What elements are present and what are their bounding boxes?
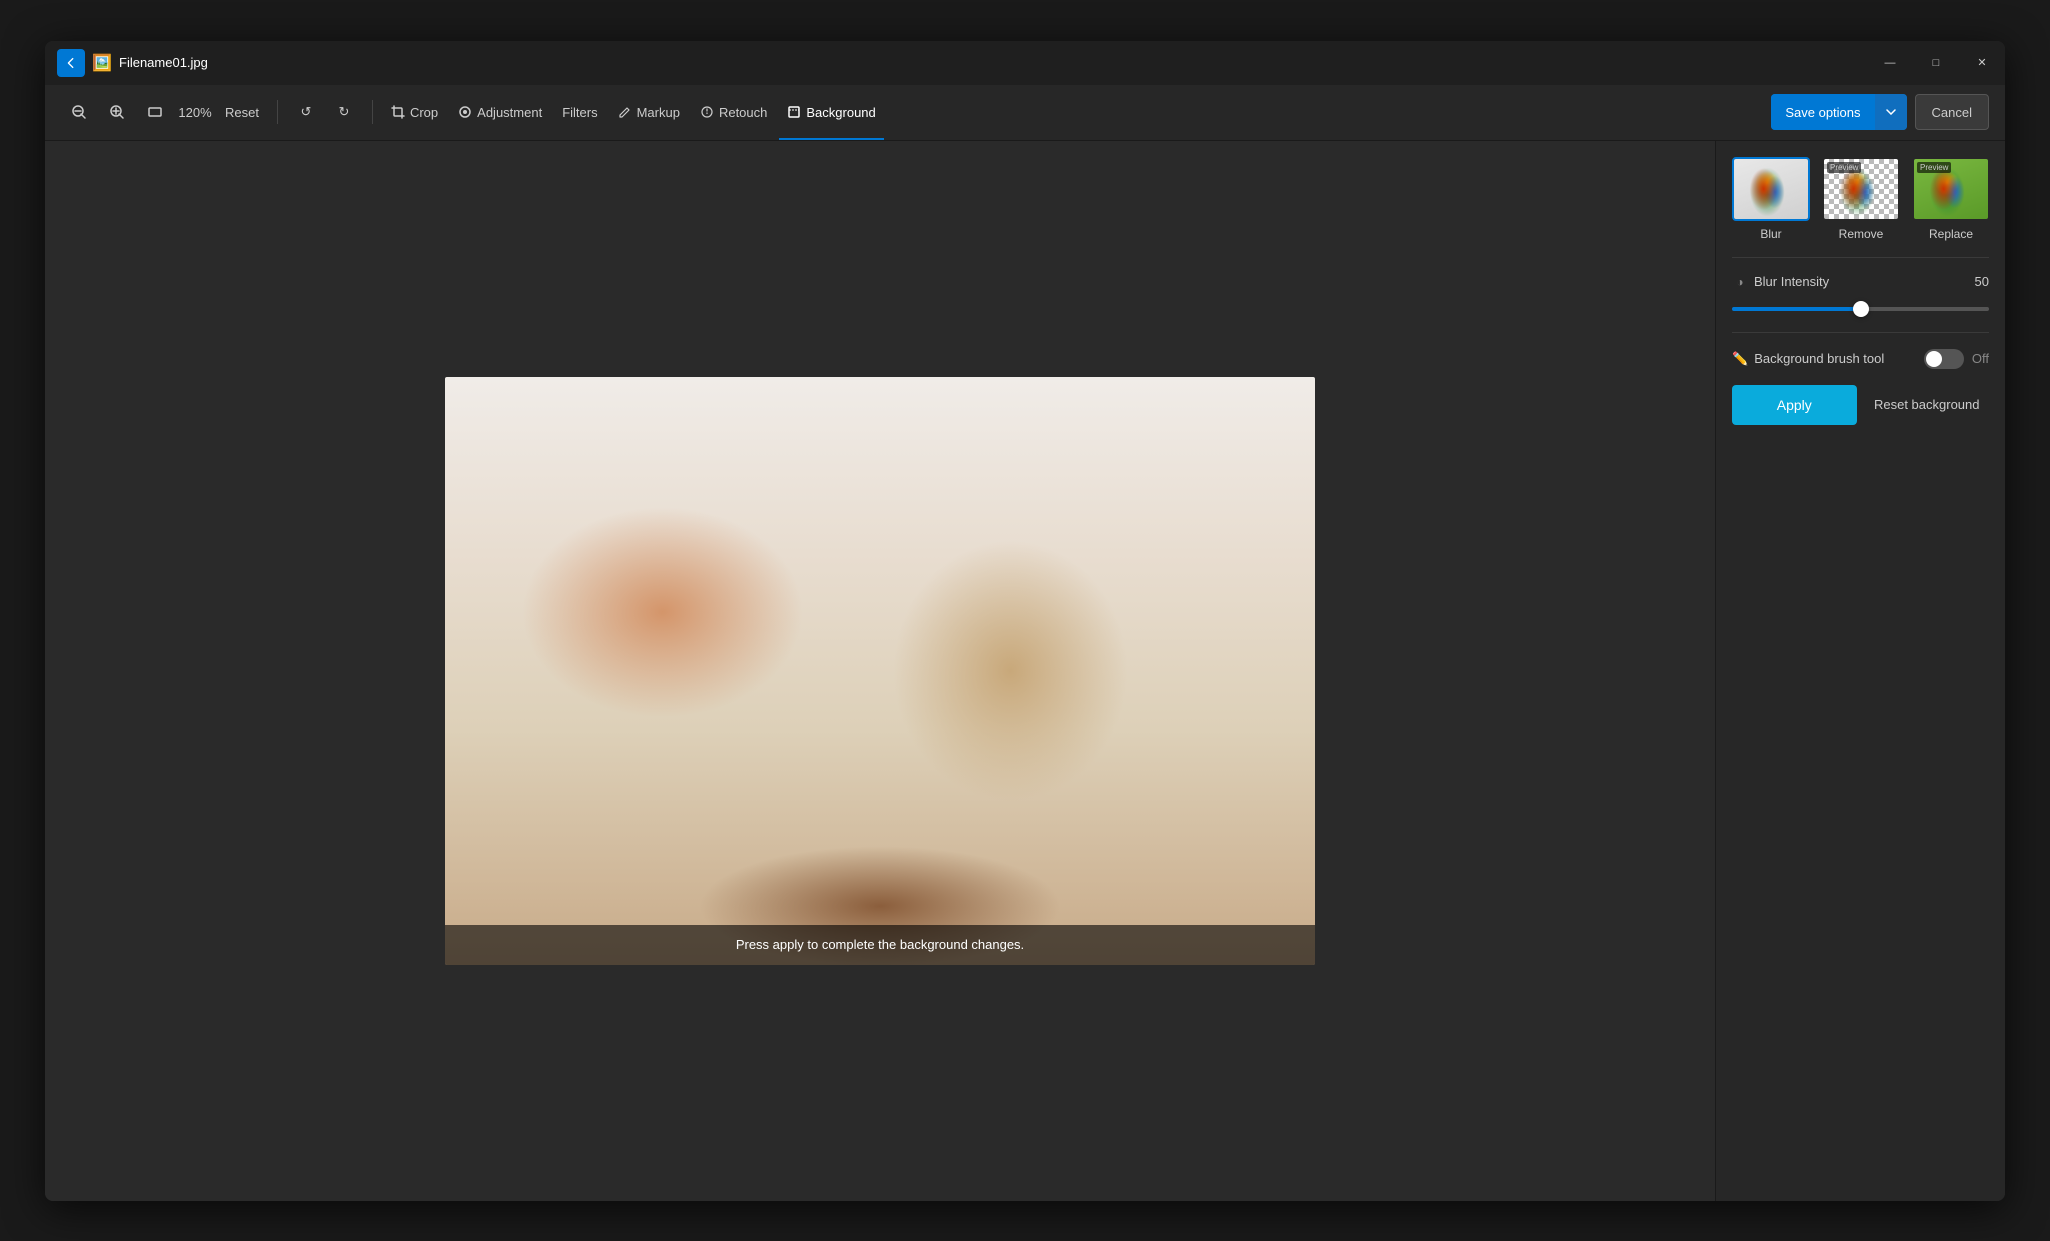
title-bar: 🖼️ Filename01.jpg — □ ✕: [45, 41, 2005, 85]
blur-intensity-left: ◑ Blur Intensity: [1732, 274, 1829, 290]
blur-intensity-slider[interactable]: [1732, 307, 1989, 311]
blur-thumb[interactable]: [1732, 157, 1810, 221]
reset-background-button[interactable]: Reset background: [1865, 385, 1990, 425]
adjustment-button[interactable]: Adjustment: [450, 84, 550, 140]
file-icon: 🖼️: [93, 54, 111, 72]
remove-preview-badge: Preview: [1827, 162, 1861, 173]
adjustment-tool: Adjustment: [450, 84, 550, 140]
markup-button[interactable]: Markup: [610, 84, 688, 140]
main-image: Press apply to complete the background c…: [445, 377, 1315, 965]
retouch-tool: Retouch: [692, 84, 775, 140]
blur-slider-container: [1732, 298, 1989, 316]
minimize-button[interactable]: —: [1867, 41, 1913, 85]
remove-mode-label: Remove: [1839, 227, 1884, 241]
brush-tool-row: ✏️ Background brush tool Off: [1732, 349, 1989, 369]
blur-mode-label: Blur: [1760, 227, 1781, 241]
maximize-button[interactable]: □: [1913, 41, 1959, 85]
zoom-out-button[interactable]: [61, 94, 97, 130]
background-tool: Background: [779, 84, 883, 140]
replace-mode-label: Replace: [1929, 227, 1973, 241]
window-title: Filename01.jpg: [119, 55, 208, 70]
blur-intensity-row: ◑ Blur Intensity 50: [1732, 274, 1989, 290]
undo-button[interactable]: ↺: [288, 94, 324, 130]
reset-button[interactable]: Reset: [217, 94, 267, 130]
background-button[interactable]: Background: [779, 84, 883, 140]
image-container: Press apply to complete the background c…: [445, 377, 1315, 965]
status-bar: Press apply to complete the background c…: [445, 925, 1315, 965]
toggle-knob: [1926, 351, 1942, 367]
aspect-ratio-button[interactable]: [137, 94, 173, 130]
panel-divider-2: [1732, 332, 1989, 333]
replace-thumb[interactable]: Preview: [1912, 157, 1990, 221]
back-button[interactable]: [57, 49, 85, 77]
save-options-dropdown-arrow[interactable]: [1875, 94, 1907, 130]
filters-button[interactable]: Filters: [554, 84, 605, 140]
markup-tool: Markup: [610, 84, 688, 140]
background-modes: Blur Preview Remove Preview Repl: [1732, 157, 1989, 241]
replace-preview-badge: Preview: [1917, 162, 1951, 173]
replace-mode-item[interactable]: Preview Replace: [1912, 157, 1990, 241]
dog-image: [445, 377, 1315, 965]
toolbar-right: Save options Cancel: [1771, 94, 1989, 130]
brush-tool-label: Background brush tool: [1754, 351, 1884, 366]
remove-mode-item[interactable]: Preview Remove: [1822, 157, 1900, 241]
redo-button[interactable]: ↻: [326, 94, 362, 130]
filters-tool: Filters: [554, 84, 605, 140]
history-controls: ↺ ↻: [288, 94, 362, 130]
canvas-area: Press apply to complete the background c…: [45, 141, 1715, 1201]
crop-button[interactable]: Crop: [383, 84, 446, 140]
blur-intensity-value: 50: [1975, 274, 1989, 289]
remove-thumb[interactable]: Preview: [1822, 157, 1900, 221]
crop-tool: Crop: [383, 84, 446, 140]
zoom-controls: 120% Reset: [61, 94, 267, 130]
brush-tool-left: ✏️ Background brush tool: [1732, 351, 1884, 367]
zoom-in-button[interactable]: [99, 94, 135, 130]
cancel-button[interactable]: Cancel: [1915, 94, 1989, 130]
toolbar-separator-2: [372, 100, 373, 124]
action-buttons: Apply Reset background: [1732, 385, 1989, 425]
title-bar-left: 🖼️ Filename01.jpg: [57, 49, 208, 77]
status-text: Press apply to complete the background c…: [736, 937, 1024, 952]
save-options-label: Save options: [1771, 94, 1874, 130]
zoom-level: 120%: [175, 105, 215, 120]
panel-divider-1: [1732, 257, 1989, 258]
brush-tool-state: Off: [1972, 351, 1989, 366]
app-window: 🖼️ Filename01.jpg — □ ✕ 120% Reset ↺: [45, 41, 2005, 1201]
save-options-button[interactable]: Save options: [1771, 94, 1906, 130]
toolbar-separator-1: [277, 100, 278, 124]
toolbar: 120% Reset ↺ ↻ Crop Adjustment Filters: [45, 85, 2005, 141]
blur-mode-item[interactable]: Blur: [1732, 157, 1810, 241]
brush-tool-right: Off: [1924, 349, 1989, 369]
retouch-button[interactable]: Retouch: [692, 84, 775, 140]
brush-tool-toggle[interactable]: [1924, 349, 1964, 369]
blur-intensity-section: ◑ Blur Intensity 50: [1732, 274, 1989, 316]
blur-intensity-label: Blur Intensity: [1754, 274, 1829, 289]
blur-preview: [1734, 159, 1808, 219]
blur-icon: ◑: [1732, 274, 1748, 290]
brush-icon: ✏️: [1732, 351, 1748, 367]
window-controls: — □ ✕: [1867, 41, 2005, 85]
content-area: Press apply to complete the background c…: [45, 141, 2005, 1201]
apply-button[interactable]: Apply: [1732, 385, 1857, 425]
right-panel: Blur Preview Remove Preview Repl: [1715, 141, 2005, 1201]
close-button[interactable]: ✕: [1959, 41, 2005, 85]
